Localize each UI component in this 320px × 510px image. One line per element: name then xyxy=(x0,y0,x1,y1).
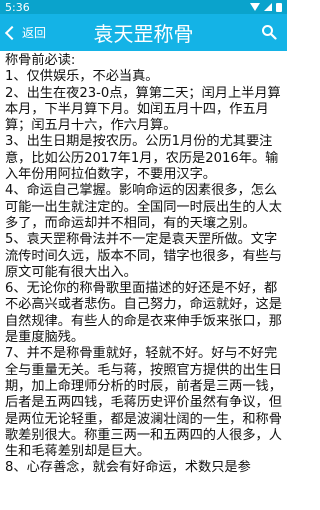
article-body: 称骨前必读: 1、仅供娱乐，不必当真。 2、出生在夜23-0点，算第二天；闰月上… xyxy=(5,53,282,476)
signal-icon xyxy=(264,3,272,11)
status-icons xyxy=(250,2,282,12)
search-icon[interactable] xyxy=(261,24,277,40)
back-label: 返回 xyxy=(22,26,47,40)
app-bar: 返回 袁天罡称骨 xyxy=(0,14,287,51)
battery-icon xyxy=(276,2,282,12)
wifi-icon xyxy=(250,3,260,11)
back-button[interactable]: 返回 xyxy=(0,14,46,51)
status-time: 5:36 xyxy=(5,0,30,14)
status-bar: 5:36 xyxy=(0,0,287,14)
chevron-left-icon xyxy=(4,25,20,40)
